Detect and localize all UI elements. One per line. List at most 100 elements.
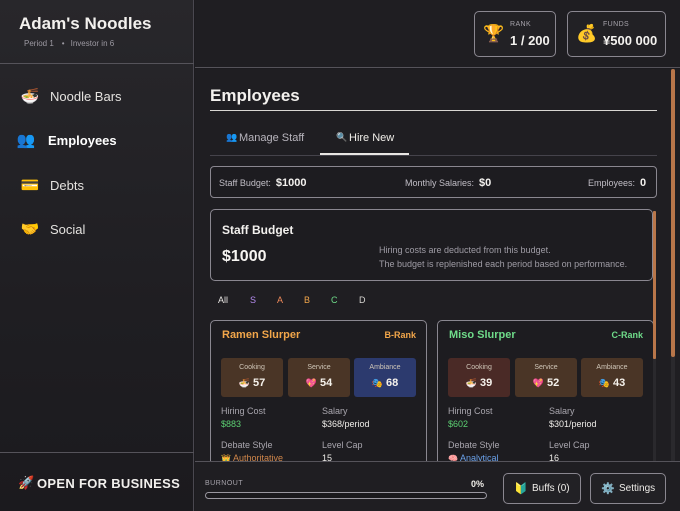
people-icon: 👥 <box>226 132 238 142</box>
people-icon: 👥 <box>16 132 36 149</box>
level-cap-value: 16 <box>549 453 560 461</box>
sidebar-footer: 🚀 OPEN FOR BUSINESS <box>0 452 194 511</box>
separator-dot: • <box>61 39 65 48</box>
rocket-icon: 🚀 <box>18 475 35 490</box>
monthly-salaries-summary: Monthly Salaries: $0 <box>405 177 491 189</box>
candidate-card[interactable]: Ramen Slurper B-Rank Cooking 🍜 57 Service… <box>210 320 427 461</box>
money-bag-icon: 💰 <box>576 24 598 43</box>
candidate-name: Ramen Slurper <box>222 329 301 341</box>
skill-value-wrap: 🍜 57 <box>221 377 283 389</box>
main-scrollbar[interactable] <box>671 69 675 461</box>
skill-caption: Service <box>307 364 331 371</box>
level-cap-label: Level Cap <box>322 440 363 450</box>
skill-value: 43 <box>612 377 626 389</box>
app-root: Adam's Noodles Period 1 • Investor in 6 🍜 … <box>0 0 680 511</box>
skill-caption: Cooking <box>239 364 265 371</box>
budget-card-amount: $1000 <box>222 248 267 265</box>
main-scrollbar-thumb[interactable] <box>671 69 675 357</box>
skill-value: 68 <box>385 377 399 389</box>
hiring-cost-value: $883 <box>221 419 242 429</box>
staff-budget-summary-value: $1000 <box>275 177 307 189</box>
burnout-label: BURNOUT <box>205 480 244 487</box>
theater-masks-icon: 🎭 <box>371 378 383 388</box>
debate-style-value: 👑 Authoritative <box>221 453 283 461</box>
employees-count-label: Employees: <box>588 178 636 188</box>
noodle-bowl-icon: 🍜 <box>238 378 250 388</box>
filter-c[interactable]: C <box>331 295 338 305</box>
hiring-cost-label: Hiring Cost <box>221 406 266 416</box>
buffs-label: Buffs (0) <box>532 483 570 494</box>
top-bar: 🏆 RANK 1 / 200 💰 FUNDS ¥500 000 <box>195 0 680 68</box>
tab-hire-new[interactable]: 🔍 Hire New <box>320 125 409 155</box>
heart-icon: 💖 <box>305 378 317 388</box>
credit-card-icon: 💳 <box>20 177 40 194</box>
tabs-divider <box>210 155 657 156</box>
filter-s[interactable]: S <box>250 295 256 305</box>
skill-caption: Service <box>534 364 558 371</box>
candidate-rank: B-Rank <box>384 330 416 340</box>
skill-value: 54 <box>319 377 333 389</box>
skill-value-wrap: 💖 54 <box>288 377 350 389</box>
buffs-button[interactable]: 🔰 Buffs (0) <box>503 473 581 504</box>
open-for-business-button[interactable]: 🚀 OPEN FOR BUSINESS <box>0 453 194 511</box>
salary-value: $368/period <box>322 419 370 429</box>
beginner-badge-icon: 🔰 <box>514 483 528 495</box>
salary-label: Salary <box>322 406 348 416</box>
funds-value: ¥500 000 <box>603 33 658 48</box>
employees-count-summary: Employees: 0 <box>588 177 646 189</box>
sidebar-item-label: Social <box>50 222 86 237</box>
filter-all[interactable]: All <box>218 295 228 305</box>
salary-value: $301/period <box>549 419 597 429</box>
rank-caption: RANK <box>510 21 532 28</box>
skill-ambiance: Ambiance 🎭 68 <box>354 358 416 397</box>
debate-style-text: Analytical <box>459 453 499 461</box>
filter-b[interactable]: B <box>304 295 310 305</box>
tab-label: Hire New <box>349 132 395 144</box>
list-scrollbar-thumb[interactable] <box>653 211 656 359</box>
funds-caption: FUNDS <box>603 21 630 28</box>
candidate-card[interactable]: Miso Slurper C-Rank Cooking 🍜 39 Service … <box>437 320 654 461</box>
level-cap-value: 15 <box>322 453 333 461</box>
staff-budget-summary: Staff Budget: $1000 <box>219 177 306 189</box>
handshake-icon: 🤝 <box>20 221 40 238</box>
skill-value-wrap: 🍜 39 <box>448 377 510 389</box>
sidebar-item-debts[interactable]: 💳 Debts <box>0 167 194 203</box>
hiring-cost-label: Hiring Cost <box>448 406 493 416</box>
skill-value: 39 <box>479 377 493 389</box>
tab-manage-staff[interactable]: 👥 Manage Staff <box>210 125 320 155</box>
skill-service: Service 💖 52 <box>515 358 577 397</box>
settings-button[interactable]: ⚙️ Settings <box>590 473 666 504</box>
brand-header: Adam's Noodles Period 1 • Investor in 6 <box>0 0 194 64</box>
tab-label: Manage Staff <box>239 132 305 144</box>
skill-caption: Cooking <box>466 364 492 371</box>
filter-d[interactable]: D <box>359 295 366 305</box>
sidebar-item-noodle-bars[interactable]: 🍜 Noodle Bars <box>0 78 194 114</box>
debate-style-label: Debate Style <box>448 440 500 450</box>
trophy-icon: 🏆 <box>483 24 505 43</box>
active-tab-indicator <box>320 153 409 155</box>
debate-style-text: Authoritative <box>232 453 283 461</box>
bottom-bar: BURNOUT 0% 🔰 Buffs (0) ⚙️ Settings <box>195 461 680 511</box>
skill-caption: Ambiance <box>596 364 628 371</box>
gear-icon: ⚙️ <box>601 483 615 495</box>
sidebar-item-label: Noodle Bars <box>50 89 122 104</box>
skill-value: 57 <box>252 377 266 389</box>
sidebar-item-employees[interactable]: 👥 Employees <box>0 122 194 158</box>
settings-label: Settings <box>619 483 656 494</box>
theater-masks-icon: 🎭 <box>598 378 610 388</box>
filter-a[interactable]: A <box>277 295 283 305</box>
skill-value: 52 <box>546 377 560 389</box>
rank-stat: 🏆 RANK 1 / 200 <box>474 11 556 57</box>
noodle-bowl-icon: 🍜 <box>465 378 477 388</box>
burnout-progress-bar <box>205 492 487 499</box>
staff-budget-summary-label: Staff Budget: <box>219 178 271 188</box>
sidebar-item-social[interactable]: 🤝 Social <box>0 211 194 247</box>
main-panel: Employees 👥 Manage Staff 🔍 Hire New Staf… <box>195 69 680 461</box>
list-scrollbar[interactable] <box>653 211 656 461</box>
heart-icon: 💖 <box>532 378 544 388</box>
employees-count-value: 0 <box>640 177 647 189</box>
title-divider <box>210 110 657 111</box>
staff-budget-card: Staff Budget $1000 Hiring costs are dedu… <box>210 209 653 281</box>
open-for-business-label: OPEN FOR BUSINESS <box>37 476 181 491</box>
skill-value-wrap: 🎭 43 <box>581 377 643 389</box>
